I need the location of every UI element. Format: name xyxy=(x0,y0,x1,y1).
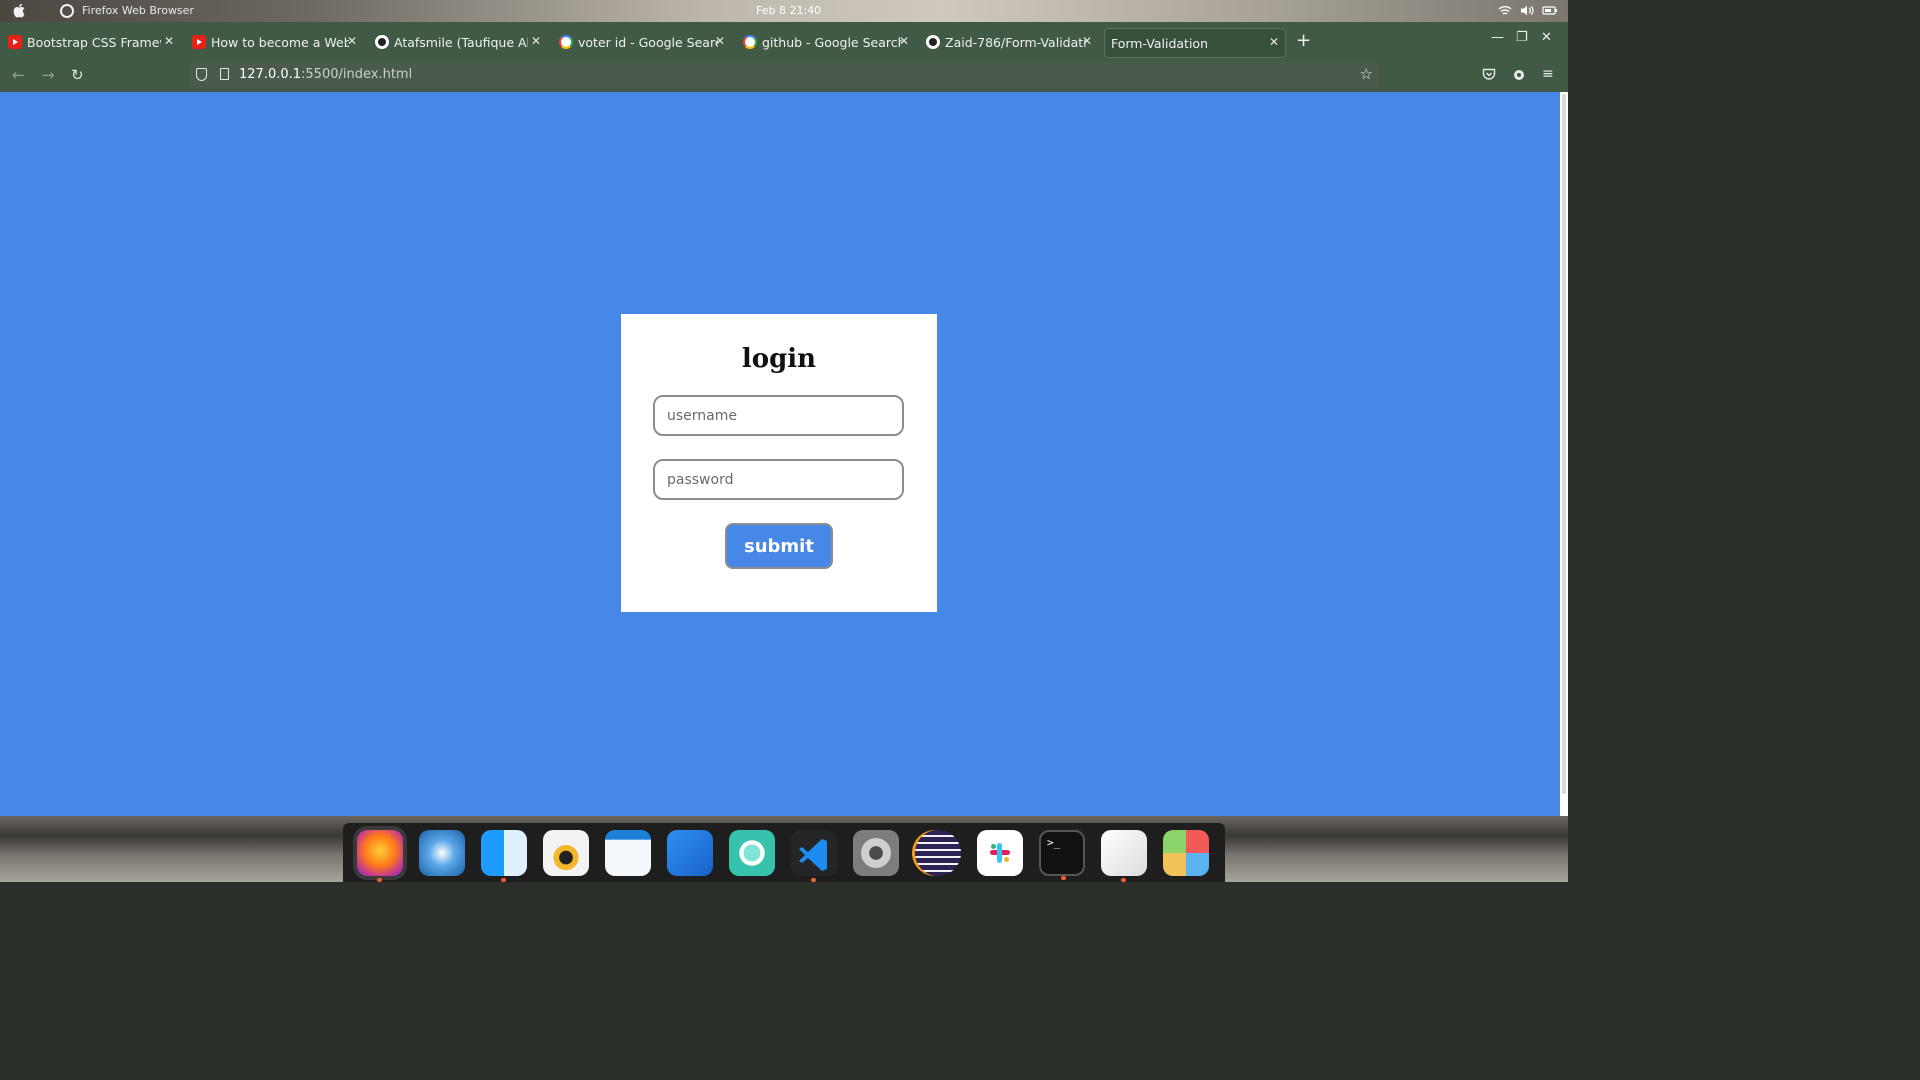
google-icon xyxy=(559,35,573,49)
eclipse-icon[interactable] xyxy=(915,830,961,876)
close-tab-icon[interactable]: ✕ xyxy=(347,34,357,48)
system-top-bar: Firefox Web Browser Feb 8 21:40 xyxy=(0,0,1568,22)
url-path: :5500/index.html xyxy=(301,67,413,82)
submit-button[interactable]: submit xyxy=(725,523,833,569)
shield-icon[interactable] xyxy=(196,68,207,81)
close-tab-icon[interactable]: ✕ xyxy=(1269,35,1279,49)
close-window-icon[interactable]: ✕ xyxy=(1541,30,1552,45)
browser-nav-bar: ← → ↻ 127.0.0.1:5500/index.html ☆ ≡ xyxy=(0,58,1568,92)
browser-tab-strip: Bootstrap CSS Framewor ✕ How to become a… xyxy=(0,22,1568,58)
thunderbird-icon[interactable] xyxy=(419,830,465,876)
github-icon xyxy=(375,35,389,49)
reload-icon[interactable]: ↻ xyxy=(71,66,84,84)
tab-label: Atafsmile (Taufique Alam xyxy=(394,34,528,50)
help-icon[interactable] xyxy=(729,830,775,876)
extension-icon[interactable] xyxy=(1512,67,1526,82)
close-tab-icon[interactable]: ✕ xyxy=(715,34,725,48)
volume-icon[interactable] xyxy=(1520,4,1534,17)
restore-icon[interactable]: ❐ xyxy=(1516,30,1528,45)
slack-icon[interactable] xyxy=(977,830,1023,876)
new-tab-button[interactable]: + xyxy=(1296,30,1311,51)
tab-label: How to become a Web De xyxy=(211,34,349,50)
username-input[interactable] xyxy=(653,395,904,436)
tab-form-validation[interactable]: Form-Validation ✕ xyxy=(1104,28,1286,58)
tab-atafsmile[interactable]: Atafsmile (Taufique Alam ✕ xyxy=(375,28,541,56)
github-icon xyxy=(926,35,940,49)
tab-label: Zaid-786/Form-Validation xyxy=(945,34,1087,50)
back-icon[interactable]: ← xyxy=(12,66,25,84)
app-store-icon[interactable] xyxy=(667,830,713,876)
scrollbar-thumb[interactable] xyxy=(1562,94,1566,794)
youtube-icon xyxy=(8,35,22,49)
libreoffice-writer-icon[interactable] xyxy=(605,830,651,876)
tab-label: Bootstrap CSS Framewor xyxy=(27,34,161,50)
login-heading: login xyxy=(741,344,817,374)
wifi-icon[interactable] xyxy=(1498,4,1512,17)
dock: >_ xyxy=(343,823,1225,882)
active-app-title[interactable]: Firefox Web Browser xyxy=(82,4,194,17)
youtube-icon xyxy=(192,35,206,49)
tab-voter-id[interactable]: voter id - Google Search ✕ xyxy=(559,28,725,56)
finder-icon[interactable] xyxy=(481,830,527,882)
page-info-icon[interactable] xyxy=(220,68,229,80)
password-input[interactable] xyxy=(653,459,904,500)
settings-icon[interactable] xyxy=(853,830,899,876)
tab-bootstrap[interactable]: Bootstrap CSS Framewor ✕ xyxy=(8,28,174,56)
tab-github-search[interactable]: github - Google Search ✕ xyxy=(743,28,909,56)
close-tab-icon[interactable]: ✕ xyxy=(1082,34,1092,48)
page-viewport: login submit xyxy=(0,92,1560,816)
app-grid-icon[interactable] xyxy=(1163,830,1209,876)
text-editor-icon[interactable] xyxy=(1101,830,1147,882)
bookmark-star-icon[interactable]: ☆ xyxy=(1360,65,1373,83)
url-text[interactable]: 127.0.0.1:5500/index.html xyxy=(239,67,412,82)
google-icon xyxy=(743,35,757,49)
close-tab-icon[interactable]: ✕ xyxy=(164,34,174,48)
clock[interactable]: Feb 8 21:40 xyxy=(756,4,821,17)
minimize-icon[interactable]: — xyxy=(1491,30,1504,45)
page-scrollbar[interactable] xyxy=(1560,92,1568,816)
pocket-icon[interactable] xyxy=(1482,68,1496,81)
tab-label: voter id - Google Search xyxy=(578,34,718,50)
menu-icon[interactable]: ≡ xyxy=(1542,66,1554,82)
login-card: login submit xyxy=(621,314,937,612)
firefox-icon[interactable] xyxy=(357,830,403,882)
tab-label: Form-Validation xyxy=(1111,35,1208,51)
address-bar[interactable]: 127.0.0.1:5500/index.html ☆ xyxy=(189,62,1379,88)
tab-zaid-repo[interactable]: Zaid-786/Form-Validation ✕ xyxy=(926,28,1092,56)
tab-label: github - Google Search xyxy=(762,34,902,50)
close-tab-icon[interactable]: ✕ xyxy=(531,34,541,48)
battery-icon[interactable] xyxy=(1542,4,1558,17)
apple-menu-icon[interactable] xyxy=(12,3,26,18)
system-tray[interactable] xyxy=(1498,4,1558,17)
tab-web-dev[interactable]: How to become a Web De ✕ xyxy=(192,28,357,56)
firefox-app-icon xyxy=(60,4,74,18)
vscode-icon[interactable] xyxy=(791,830,837,882)
url-host: 127.0.0.1 xyxy=(239,67,302,82)
close-tab-icon[interactable]: ✕ xyxy=(899,34,909,48)
forward-icon[interactable]: → xyxy=(42,66,55,84)
terminal-icon[interactable]: >_ xyxy=(1039,830,1085,880)
sound-recorder-icon[interactable] xyxy=(543,830,589,876)
